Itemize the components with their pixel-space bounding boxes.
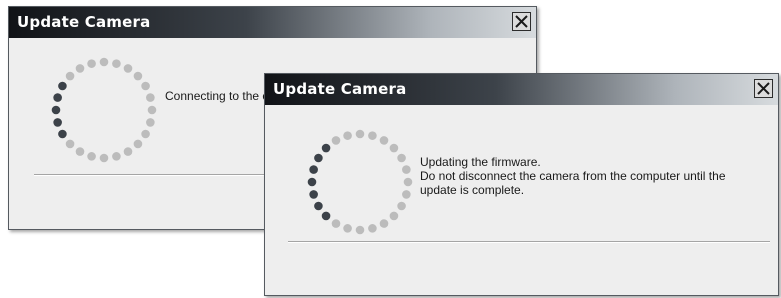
spinner-dot xyxy=(309,165,318,174)
spinner-dot xyxy=(314,201,323,211)
spinner-icon xyxy=(51,57,157,163)
spinner-dot xyxy=(51,105,61,115)
title-bar[interactable]: Update Camera xyxy=(265,74,778,105)
spinner-dot xyxy=(331,219,341,228)
spinner-dot xyxy=(389,143,399,153)
spinner-dot xyxy=(53,118,62,127)
spinner-dot xyxy=(141,129,150,139)
spinner-dot xyxy=(343,224,352,233)
spinner-dot xyxy=(402,165,411,174)
spinner-dot xyxy=(402,190,411,199)
spinner-dot xyxy=(146,93,155,102)
spinner-dot xyxy=(141,81,150,91)
spinner-dot xyxy=(58,81,67,91)
spinner-dot xyxy=(368,224,377,233)
spinner-dot xyxy=(65,139,75,149)
spinner-icon xyxy=(307,129,413,235)
spinner-dot xyxy=(331,136,341,145)
spinner-dot xyxy=(112,59,121,68)
spinner-dot xyxy=(307,177,317,187)
spinner-dot xyxy=(403,177,413,187)
spinner-dot xyxy=(368,131,377,140)
spinner-dot xyxy=(321,143,331,153)
spinner-dot xyxy=(75,64,85,73)
spinner-dot xyxy=(389,211,399,221)
spinner-dot xyxy=(53,93,62,102)
spinner-dot xyxy=(397,201,406,211)
spinner-dot xyxy=(123,147,133,156)
spinner-dot xyxy=(133,139,143,149)
title-bar[interactable]: Update Camera xyxy=(9,7,536,38)
spinner-dot xyxy=(87,152,96,161)
spinner-dot xyxy=(355,129,365,139)
separator xyxy=(288,241,770,243)
spinner-dot xyxy=(309,190,318,199)
spinner-dot xyxy=(147,105,157,115)
dialog-title: Update Camera xyxy=(273,80,407,98)
status-message-line: update is complete. xyxy=(420,183,525,197)
spinner-dot xyxy=(123,64,133,73)
spinner-dot xyxy=(99,153,109,163)
spinner-dot xyxy=(99,57,109,67)
spinner-dot xyxy=(314,153,323,163)
status-message: Updating the firmware. Do not disconnect… xyxy=(420,155,726,197)
status-message-line: Updating the firmware. xyxy=(420,155,541,169)
spinner-dot xyxy=(112,152,121,161)
update-camera-dialog-front: Update Camera Updating the firmware. Do … xyxy=(264,73,779,296)
spinner-dot xyxy=(58,129,67,139)
spinner-dot xyxy=(343,131,352,140)
spinner-dot xyxy=(87,59,96,68)
spinner-dot xyxy=(65,71,75,81)
spinner-dot xyxy=(321,211,331,221)
spinner-dot xyxy=(379,219,389,228)
dialog-title: Update Camera xyxy=(17,13,151,31)
spinner-dot xyxy=(379,136,389,145)
close-button[interactable] xyxy=(754,79,773,98)
spinner-dot xyxy=(355,225,365,235)
spinner-dot xyxy=(133,71,143,81)
spinner-dot xyxy=(397,153,406,163)
spinner-dot xyxy=(75,147,85,156)
close-button[interactable] xyxy=(512,12,531,31)
status-message-line: Do not disconnect the camera from the co… xyxy=(420,169,726,183)
spinner-dot xyxy=(146,118,155,127)
